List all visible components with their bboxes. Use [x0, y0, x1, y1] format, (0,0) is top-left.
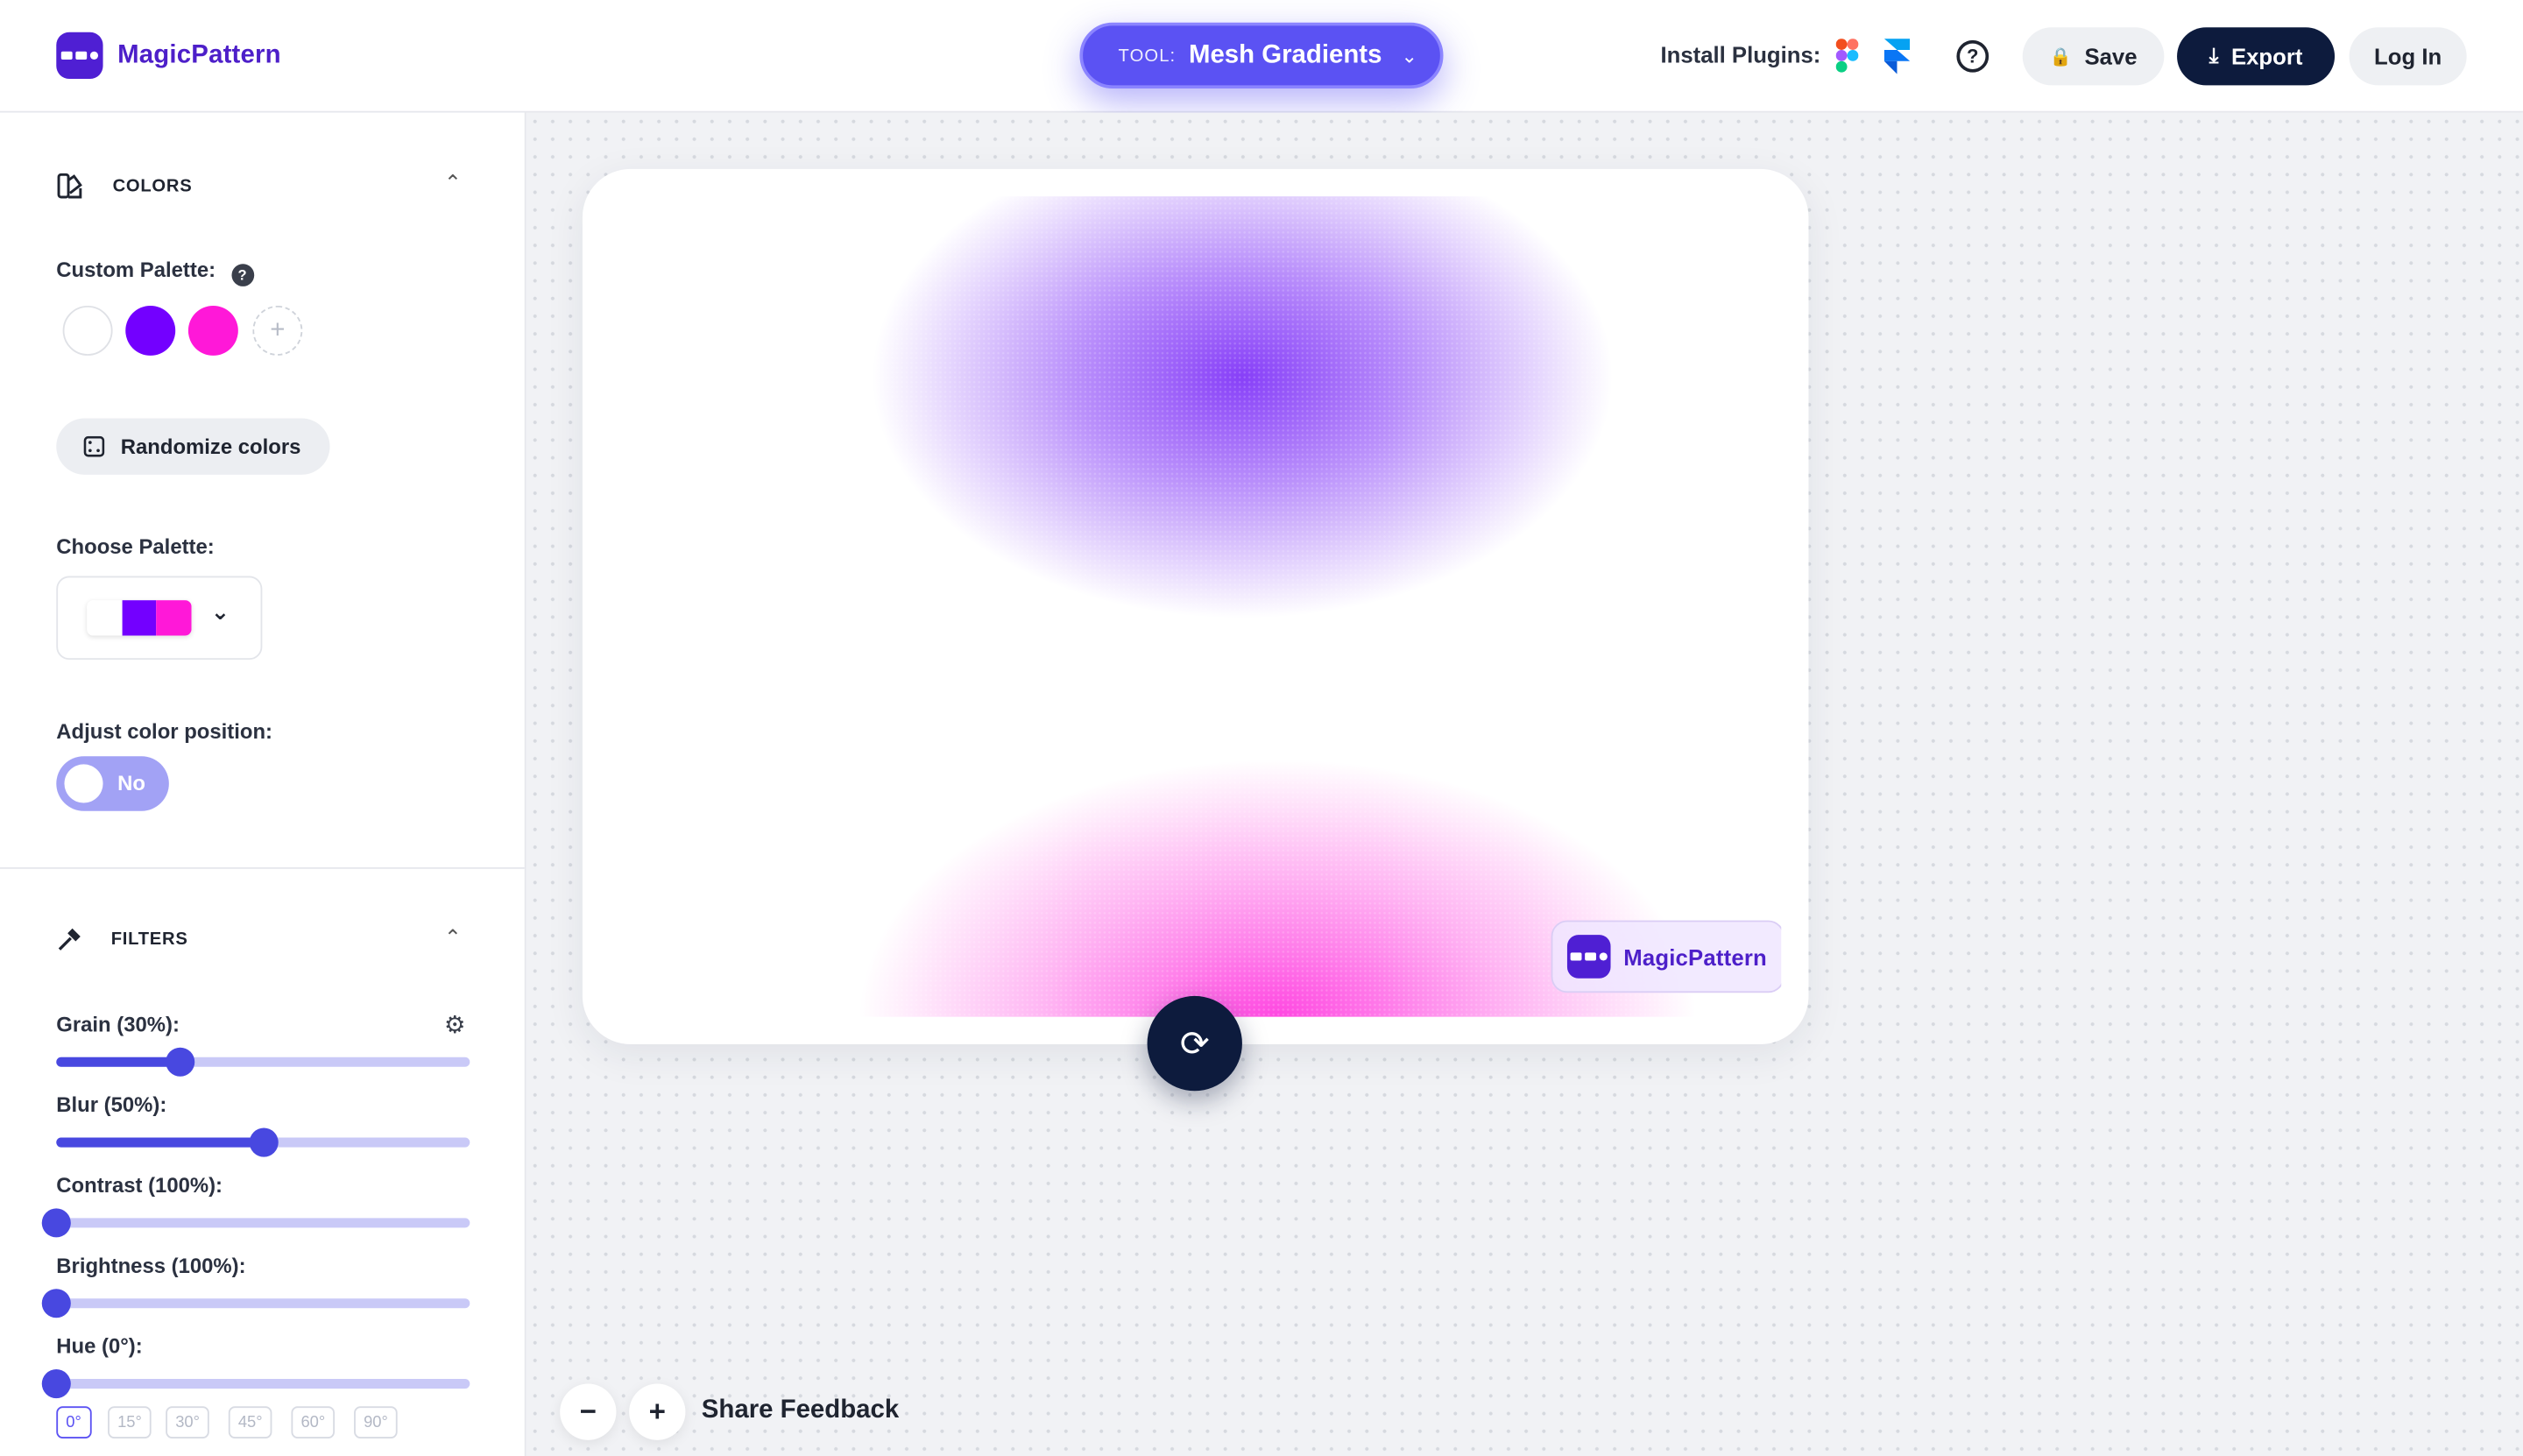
toggle-value: No [117, 770, 145, 795]
filters-section-header[interactable]: FILTERS [56, 927, 187, 952]
color-swatch-pink[interactable] [187, 305, 238, 356]
custom-palette-text: Custom Palette: [56, 257, 216, 282]
tool-value: Mesh Gradients [1188, 40, 1382, 69]
brand-name: MagicPattern [117, 40, 281, 69]
watermark-badge: MagicPattern [1551, 920, 1782, 993]
regenerate-button[interactable]: ⟳ [1147, 995, 1242, 1092]
chevron-down-icon: ⌄ [210, 598, 230, 625]
grain-slider-handle[interactable] [166, 1047, 195, 1077]
brightness-slider[interactable] [41, 1289, 470, 1318]
share-feedback-link[interactable]: Share Feedback [702, 1396, 899, 1425]
tool-selector-button[interactable]: TOOL: Mesh Gradients ⌄ [1079, 22, 1444, 89]
top-bar: MagicPattern TOOL: Mesh Gradients ⌄ Inst… [0, 0, 2523, 113]
adjust-color-position-label: Adjust color position: [56, 719, 273, 744]
zoom-in-button[interactable]: + [629, 1383, 686, 1440]
color-swatch-purple[interactable] [125, 305, 176, 356]
watermark-text: MagicPattern [1623, 944, 1767, 970]
contrast-label: Contrast (100%): [56, 1172, 223, 1198]
preview-card: MagicPattern [582, 168, 1809, 1045]
palette-dropdown[interactable]: ⌄ [56, 576, 263, 661]
brightness-slider-handle[interactable] [41, 1289, 71, 1318]
hue-slider-handle[interactable] [41, 1369, 71, 1399]
magicpattern-logo-icon [56, 32, 103, 79]
lock-icon: 🔒 [2049, 47, 2072, 67]
eyedropper-icon [58, 928, 81, 951]
colors-section-header[interactable]: COLORS [56, 173, 192, 200]
hue-label: Hue (0°): [56, 1333, 143, 1359]
brand-logo[interactable]: MagicPattern [56, 32, 281, 79]
hue-preset-45[interactable]: 45° [228, 1406, 272, 1439]
add-color-button[interactable]: + [252, 305, 303, 356]
install-plugins-label: Install Plugins: [1660, 41, 1821, 68]
settings-sidebar: COLORS ⌃ Custom Palette: ? + Randomize c… [0, 112, 527, 1456]
chevron-down-icon: ⌄ [1401, 44, 1417, 67]
palette-icon [57, 173, 82, 199]
contrast-slider-handle[interactable] [41, 1208, 71, 1238]
blur-slider[interactable] [56, 1127, 470, 1157]
palette-preview [87, 600, 192, 636]
custom-palette-label: Custom Palette: ? [56, 257, 254, 286]
canvas-area: MagicPattern [526, 112, 2523, 1456]
blur-label: Blur (50%): [56, 1092, 167, 1117]
export-button[interactable]: ⤓ Export [2177, 27, 2336, 86]
login-button[interactable]: Log In [2349, 27, 2467, 86]
gear-icon[interactable]: ⚙ [444, 1010, 466, 1039]
grain-label: Grain (30%): [56, 1012, 180, 1036]
hue-slider[interactable] [41, 1369, 470, 1399]
hue-preset-90[interactable]: 90° [354, 1406, 398, 1439]
grain-slider-fill [56, 1057, 180, 1067]
save-label: Save [2084, 43, 2138, 69]
blur-slider-fill [56, 1137, 264, 1148]
blur-slider-handle[interactable] [248, 1127, 278, 1157]
export-label: Export [2230, 43, 2303, 69]
chevron-up-icon[interactable]: ⌃ [444, 925, 462, 951]
toggle-knob [64, 764, 103, 803]
help-icon[interactable]: ? [1956, 39, 1989, 73]
colors-section-title: COLORS [112, 176, 193, 196]
color-swatch-white[interactable] [62, 305, 113, 356]
filters-section-title: FILTERS [110, 929, 188, 950]
mesh-gradient-preview[interactable]: MagicPattern [610, 196, 1782, 1017]
grain-overlay [610, 196, 1782, 1017]
figma-plugin-icon[interactable] [1835, 39, 1859, 74]
randomize-colors-button[interactable]: Randomize colors [56, 418, 330, 475]
hue-preset-30[interactable]: 30° [166, 1406, 210, 1439]
randomize-label: Randomize colors [120, 434, 301, 459]
download-icon: ⤓ [2209, 43, 2219, 68]
brightness-label: Brightness (100%): [56, 1253, 246, 1278]
magicpattern-logo-icon [1566, 935, 1611, 979]
framer-plugin-icon[interactable] [1883, 39, 1911, 74]
hue-preset-0[interactable]: 0° [56, 1406, 91, 1439]
hue-preset-15[interactable]: 15° [108, 1406, 152, 1439]
refresh-icon: ⟳ [1179, 1022, 1210, 1064]
zoom-out-button[interactable]: − [560, 1383, 617, 1440]
choose-palette-label: Choose Palette: [56, 534, 215, 559]
help-icon[interactable]: ? [230, 264, 254, 286]
save-button[interactable]: 🔒 Save [2022, 27, 2165, 86]
hue-preset-60[interactable]: 60° [291, 1406, 336, 1439]
dice-icon [83, 435, 105, 457]
color-position-toggle[interactable]: No [56, 756, 169, 811]
section-divider [0, 866, 525, 869]
tool-label: TOOL: [1118, 46, 1177, 66]
chevron-up-icon[interactable]: ⌃ [444, 171, 462, 196]
grain-slider[interactable] [56, 1047, 470, 1077]
contrast-slider[interactable] [41, 1208, 470, 1238]
